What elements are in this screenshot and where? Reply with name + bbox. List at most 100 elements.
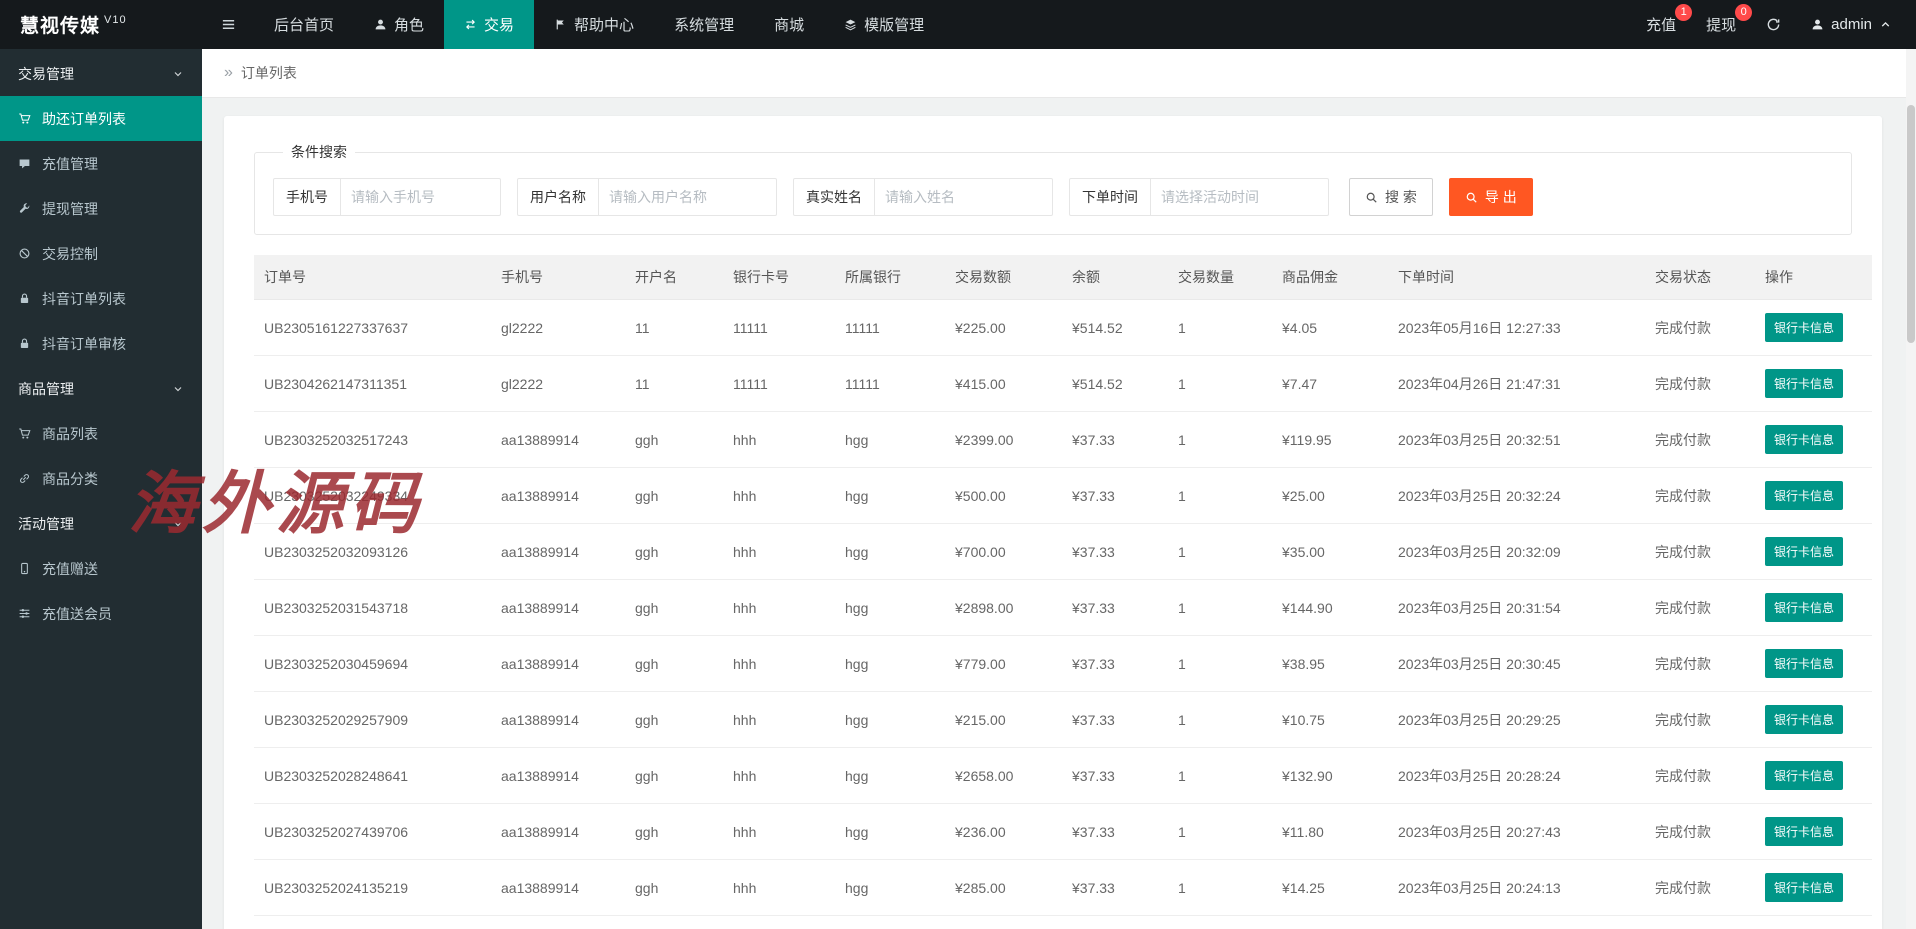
cell-card-no: 11111 — [723, 356, 835, 412]
cell-card-no: hhh — [723, 692, 835, 748]
cell-status: 完成付款 — [1645, 412, 1755, 468]
scrollbar-thumb[interactable] — [1907, 105, 1915, 343]
flag-icon — [554, 18, 567, 31]
phone-label: 手机号 — [273, 178, 341, 216]
cell-amount: ¥2399.00 — [945, 412, 1062, 468]
sidebar-item-recharge-management[interactable]: 充值管理 — [0, 141, 202, 186]
cell-commission: ¥144.90 — [1272, 580, 1388, 636]
chevron-up-icon — [1879, 18, 1892, 31]
double-chevron-icon: » — [224, 64, 233, 82]
cell-phone: aa13889914 — [491, 636, 625, 692]
cell-order-time: 2023年03月25日 20:30:45 — [1388, 636, 1645, 692]
cell-quantity: 1 — [1168, 692, 1272, 748]
cell-quantity: 1 — [1168, 860, 1272, 916]
bank-card-info-button[interactable]: 银行卡信息 — [1765, 705, 1843, 734]
withdraw-button[interactable]: 提现 0 — [1706, 14, 1736, 35]
sidebar-item-douyin-order-review[interactable]: 抖音订单审核 — [0, 321, 202, 366]
cell-status: 完成付款 — [1645, 300, 1755, 356]
bank-card-info-button[interactable]: 银行卡信息 — [1765, 481, 1843, 510]
nav-home[interactable]: 后台首页 — [254, 0, 354, 49]
bank-card-info-button[interactable]: 银行卡信息 — [1765, 649, 1843, 678]
column-header-account-name: 开户名 — [625, 255, 723, 300]
sidebar-item-label: 充值赠送 — [42, 559, 98, 579]
sidebar-section-activity[interactable]: 活动管理 — [0, 501, 202, 546]
cell-status: 完成付款 — [1645, 580, 1755, 636]
nav-system[interactable]: 系统管理 — [654, 0, 754, 49]
column-header-commission: 商品佣金 — [1272, 255, 1388, 300]
username-input[interactable] — [599, 178, 777, 216]
cell-order-no: UB2303252030459694 — [254, 636, 491, 692]
cell-action: 银行卡信息 — [1755, 580, 1872, 636]
cell-account-name: ggh — [625, 748, 723, 804]
sidebar-item-goods-list[interactable]: 商品列表 — [0, 411, 202, 456]
column-header-amount: 交易数额 — [945, 255, 1062, 300]
sidebar-section-goods[interactable]: 商品管理 — [0, 366, 202, 411]
user-menu[interactable]: admin — [1811, 16, 1892, 33]
cell-order-time: 2023年03月25日 20:32:09 — [1388, 524, 1645, 580]
realname-input[interactable] — [875, 178, 1053, 216]
layers-icon — [844, 18, 857, 31]
cell-amount: ¥1000.00 — [945, 916, 1062, 929]
sidebar-item-recharge-gift[interactable]: 充值赠送 — [0, 546, 202, 591]
cell-account-name: ggh — [625, 468, 723, 524]
nav-home-label: 后台首页 — [274, 14, 334, 35]
search-filters: 条件搜索 手机号 用户名称 真实姓名 — [254, 142, 1852, 235]
nav-mall[interactable]: 商城 — [754, 0, 824, 49]
cell-action: 银行卡信息 — [1755, 916, 1872, 929]
bank-card-info-button[interactable]: 银行卡信息 — [1765, 425, 1843, 454]
cell-amount: ¥500.00 — [945, 468, 1062, 524]
sidebar-item-label: 助还订单列表 — [42, 109, 126, 129]
cell-amount: ¥285.00 — [945, 860, 1062, 916]
bank-card-info-button[interactable]: 银行卡信息 — [1765, 873, 1843, 902]
bank-card-info-button[interactable]: 银行卡信息 — [1765, 761, 1843, 790]
cell-quantity: 1 — [1168, 468, 1272, 524]
cell-commission: ¥25.00 — [1272, 468, 1388, 524]
page-title: 订单列表 — [241, 63, 297, 83]
cell-commission: ¥14.25 — [1272, 860, 1388, 916]
nav-help-center[interactable]: 帮助中心 — [534, 0, 654, 49]
sidebar-item-trade-control[interactable]: 交易控制 — [0, 231, 202, 276]
bank-card-info-button[interactable]: 银行卡信息 — [1765, 313, 1843, 342]
phone-input[interactable] — [341, 178, 501, 216]
cell-balance: ¥37.33 — [1062, 636, 1168, 692]
refresh-icon[interactable] — [1766, 17, 1781, 32]
nav-role[interactable]: 角色 — [354, 0, 444, 49]
cell-card-no: hhh — [723, 468, 835, 524]
cell-account-name: 11 — [625, 356, 723, 412]
cell-account-name: ggh — [625, 580, 723, 636]
column-header-balance: 余额 — [1062, 255, 1168, 300]
nav-template[interactable]: 模版管理 — [824, 0, 944, 49]
search-button[interactable]: 搜 索 — [1349, 178, 1433, 216]
sidebar-item-repay-order-list[interactable]: 助还订单列表 — [0, 96, 202, 141]
bank-card-info-button[interactable]: 银行卡信息 — [1765, 593, 1843, 622]
recharge-button[interactable]: 充值 1 — [1646, 14, 1676, 35]
bank-card-info-button[interactable]: 银行卡信息 — [1765, 817, 1843, 846]
cell-action: 银行卡信息 — [1755, 860, 1872, 916]
nav-trade[interactable]: 交易 — [444, 0, 534, 49]
chevron-down-icon — [172, 518, 184, 530]
sidebar-item-withdraw-management[interactable]: 提现管理 — [0, 186, 202, 231]
bank-card-info-button[interactable]: 银行卡信息 — [1765, 369, 1843, 398]
cell-order-no: UB2303252032517243 — [254, 412, 491, 468]
topbar: 慧视传媒 V10 后台首页 角色 交易 帮助中心 系统管理 — [0, 0, 1916, 49]
recharge-badge: 1 — [1675, 4, 1692, 21]
cell-bank: hgg — [835, 804, 945, 860]
sidebar-item-goods-category[interactable]: 商品分类 — [0, 456, 202, 501]
main-area: » 订单列表 条件搜索 手机号 用户名称 — [202, 49, 1916, 929]
sidebar-section-trade[interactable]: 交易管理 — [0, 51, 202, 96]
export-button[interactable]: 导 出 — [1449, 178, 1533, 216]
bank-card-info-button[interactable]: 银行卡信息 — [1765, 537, 1843, 566]
cell-status: 完成付款 — [1645, 636, 1755, 692]
control-icon — [18, 247, 31, 260]
sidebar-item-douyin-order-list[interactable]: 抖音订单列表 — [0, 276, 202, 321]
sidebar-item-recharge-member[interactable]: 充值送会员 — [0, 591, 202, 636]
order-time-input[interactable] — [1151, 178, 1329, 216]
cell-commission: ¥132.90 — [1272, 748, 1388, 804]
cell-order-no: UB2303252024135219 — [254, 860, 491, 916]
cell-account-name: ggh — [625, 860, 723, 916]
sidebar-toggle-button[interactable] — [202, 0, 254, 49]
app-logo: 慧视传媒 V10 — [0, 0, 202, 49]
cell-action: 银行卡信息 — [1755, 636, 1872, 692]
topbar-right: 充值 1 提现 0 admin — [1646, 0, 1916, 49]
table-row: UB2303252031543718aa13889914gghhhhhgg¥28… — [254, 580, 1872, 636]
